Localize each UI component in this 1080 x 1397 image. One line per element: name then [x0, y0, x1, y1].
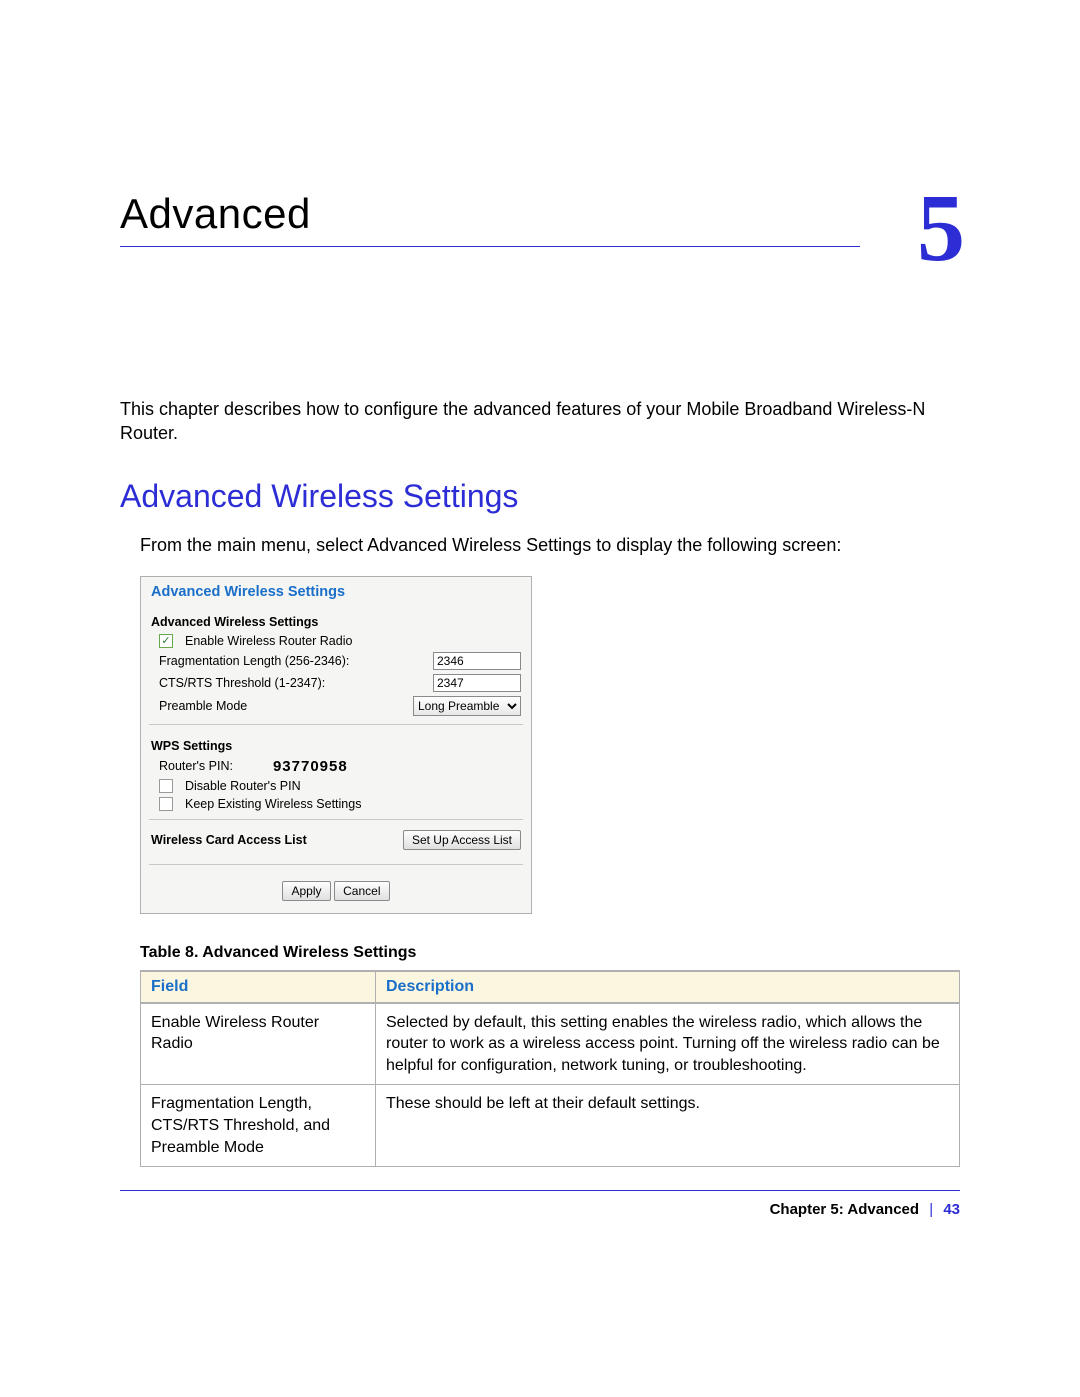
chapter-number: 5: [917, 180, 965, 276]
group-access-title: Wireless Card Access List: [151, 833, 307, 847]
col-field: Field: [141, 971, 376, 1003]
setup-access-list-button[interactable]: Set Up Access List: [403, 830, 521, 850]
row-keep-existing: Keep Existing Wireless Settings: [141, 795, 531, 813]
footer-page-number: 43: [943, 1201, 960, 1218]
divider: [149, 864, 523, 865]
table-row: Enable Wireless Router Radio Selected by…: [141, 1003, 960, 1085]
row-preamble: Preamble Mode Long Preamble: [141, 694, 531, 718]
section-heading: Advanced Wireless Settings: [120, 478, 960, 515]
title-rule: [120, 246, 860, 247]
apply-button[interactable]: Apply: [282, 881, 330, 901]
row-enable-radio: ✓ Enable Wireless Router Radio: [141, 632, 531, 650]
keep-existing-label: Keep Existing Wireless Settings: [185, 797, 361, 811]
panel-title: Advanced Wireless Settings: [141, 577, 531, 607]
table-row: Fragmentation Length, CTS/RTS Threshold,…: [141, 1085, 960, 1167]
col-description: Description: [376, 971, 960, 1003]
table-caption: Table 8. Advanced Wireless Settings: [140, 944, 960, 962]
cell-field: Fragmentation Length, CTS/RTS Threshold,…: [141, 1085, 376, 1167]
settings-table: Field Description Enable Wireless Router…: [140, 970, 960, 1168]
footer-rule: [120, 1190, 960, 1191]
ctsrts-label: CTS/RTS Threshold (1-2347):: [151, 676, 425, 690]
row-ctsrts: CTS/RTS Threshold (1-2347):: [141, 672, 531, 694]
group-wps-title: WPS Settings: [141, 731, 531, 756]
disable-pin-label: Disable Router's PIN: [185, 779, 301, 793]
cancel-button[interactable]: Cancel: [334, 881, 389, 901]
divider: [149, 819, 523, 820]
row-access-list: Wireless Card Access List Set Up Access …: [141, 826, 531, 858]
action-row: Apply Cancel: [141, 871, 531, 913]
cell-field: Enable Wireless Router Radio: [141, 1003, 376, 1085]
preamble-select[interactable]: Long Preamble: [413, 696, 521, 716]
divider: [149, 724, 523, 725]
page-footer: Chapter 5: Advanced | 43: [120, 1190, 960, 1218]
disable-pin-checkbox[interactable]: [159, 779, 173, 793]
table-header-row: Field Description: [141, 971, 960, 1003]
ctsrts-input[interactable]: [433, 674, 521, 692]
keep-existing-checkbox[interactable]: [159, 797, 173, 811]
chapter-intro: This chapter describes how to configure …: [120, 397, 960, 446]
section-intro: From the main menu, select Advanced Wire…: [140, 535, 960, 556]
row-disable-pin: Disable Router's PIN: [141, 777, 531, 795]
enable-radio-label: Enable Wireless Router Radio: [185, 634, 352, 648]
footer-chapter: Chapter 5: Advanced: [770, 1201, 919, 1218]
router-pin-label: Router's PIN:: [151, 759, 233, 773]
row-router-pin: Router's PIN: 93770958: [141, 756, 531, 777]
footer-sep: |: [923, 1201, 939, 1218]
frag-input[interactable]: [433, 652, 521, 670]
row-frag: Fragmentation Length (256-2346):: [141, 650, 531, 672]
frag-label: Fragmentation Length (256-2346):: [151, 654, 425, 668]
cell-desc: Selected by default, this setting enable…: [376, 1003, 960, 1085]
cell-desc: These should be left at their default se…: [376, 1085, 960, 1167]
router-pin-value: 93770958: [233, 758, 521, 775]
settings-screenshot: Advanced Wireless Settings Advanced Wire…: [140, 576, 532, 914]
preamble-label: Preamble Mode: [151, 699, 405, 713]
group-advanced-title: Advanced Wireless Settings: [141, 607, 531, 632]
enable-radio-checkbox[interactable]: ✓: [159, 634, 173, 648]
chapter-title: Advanced: [120, 190, 960, 238]
